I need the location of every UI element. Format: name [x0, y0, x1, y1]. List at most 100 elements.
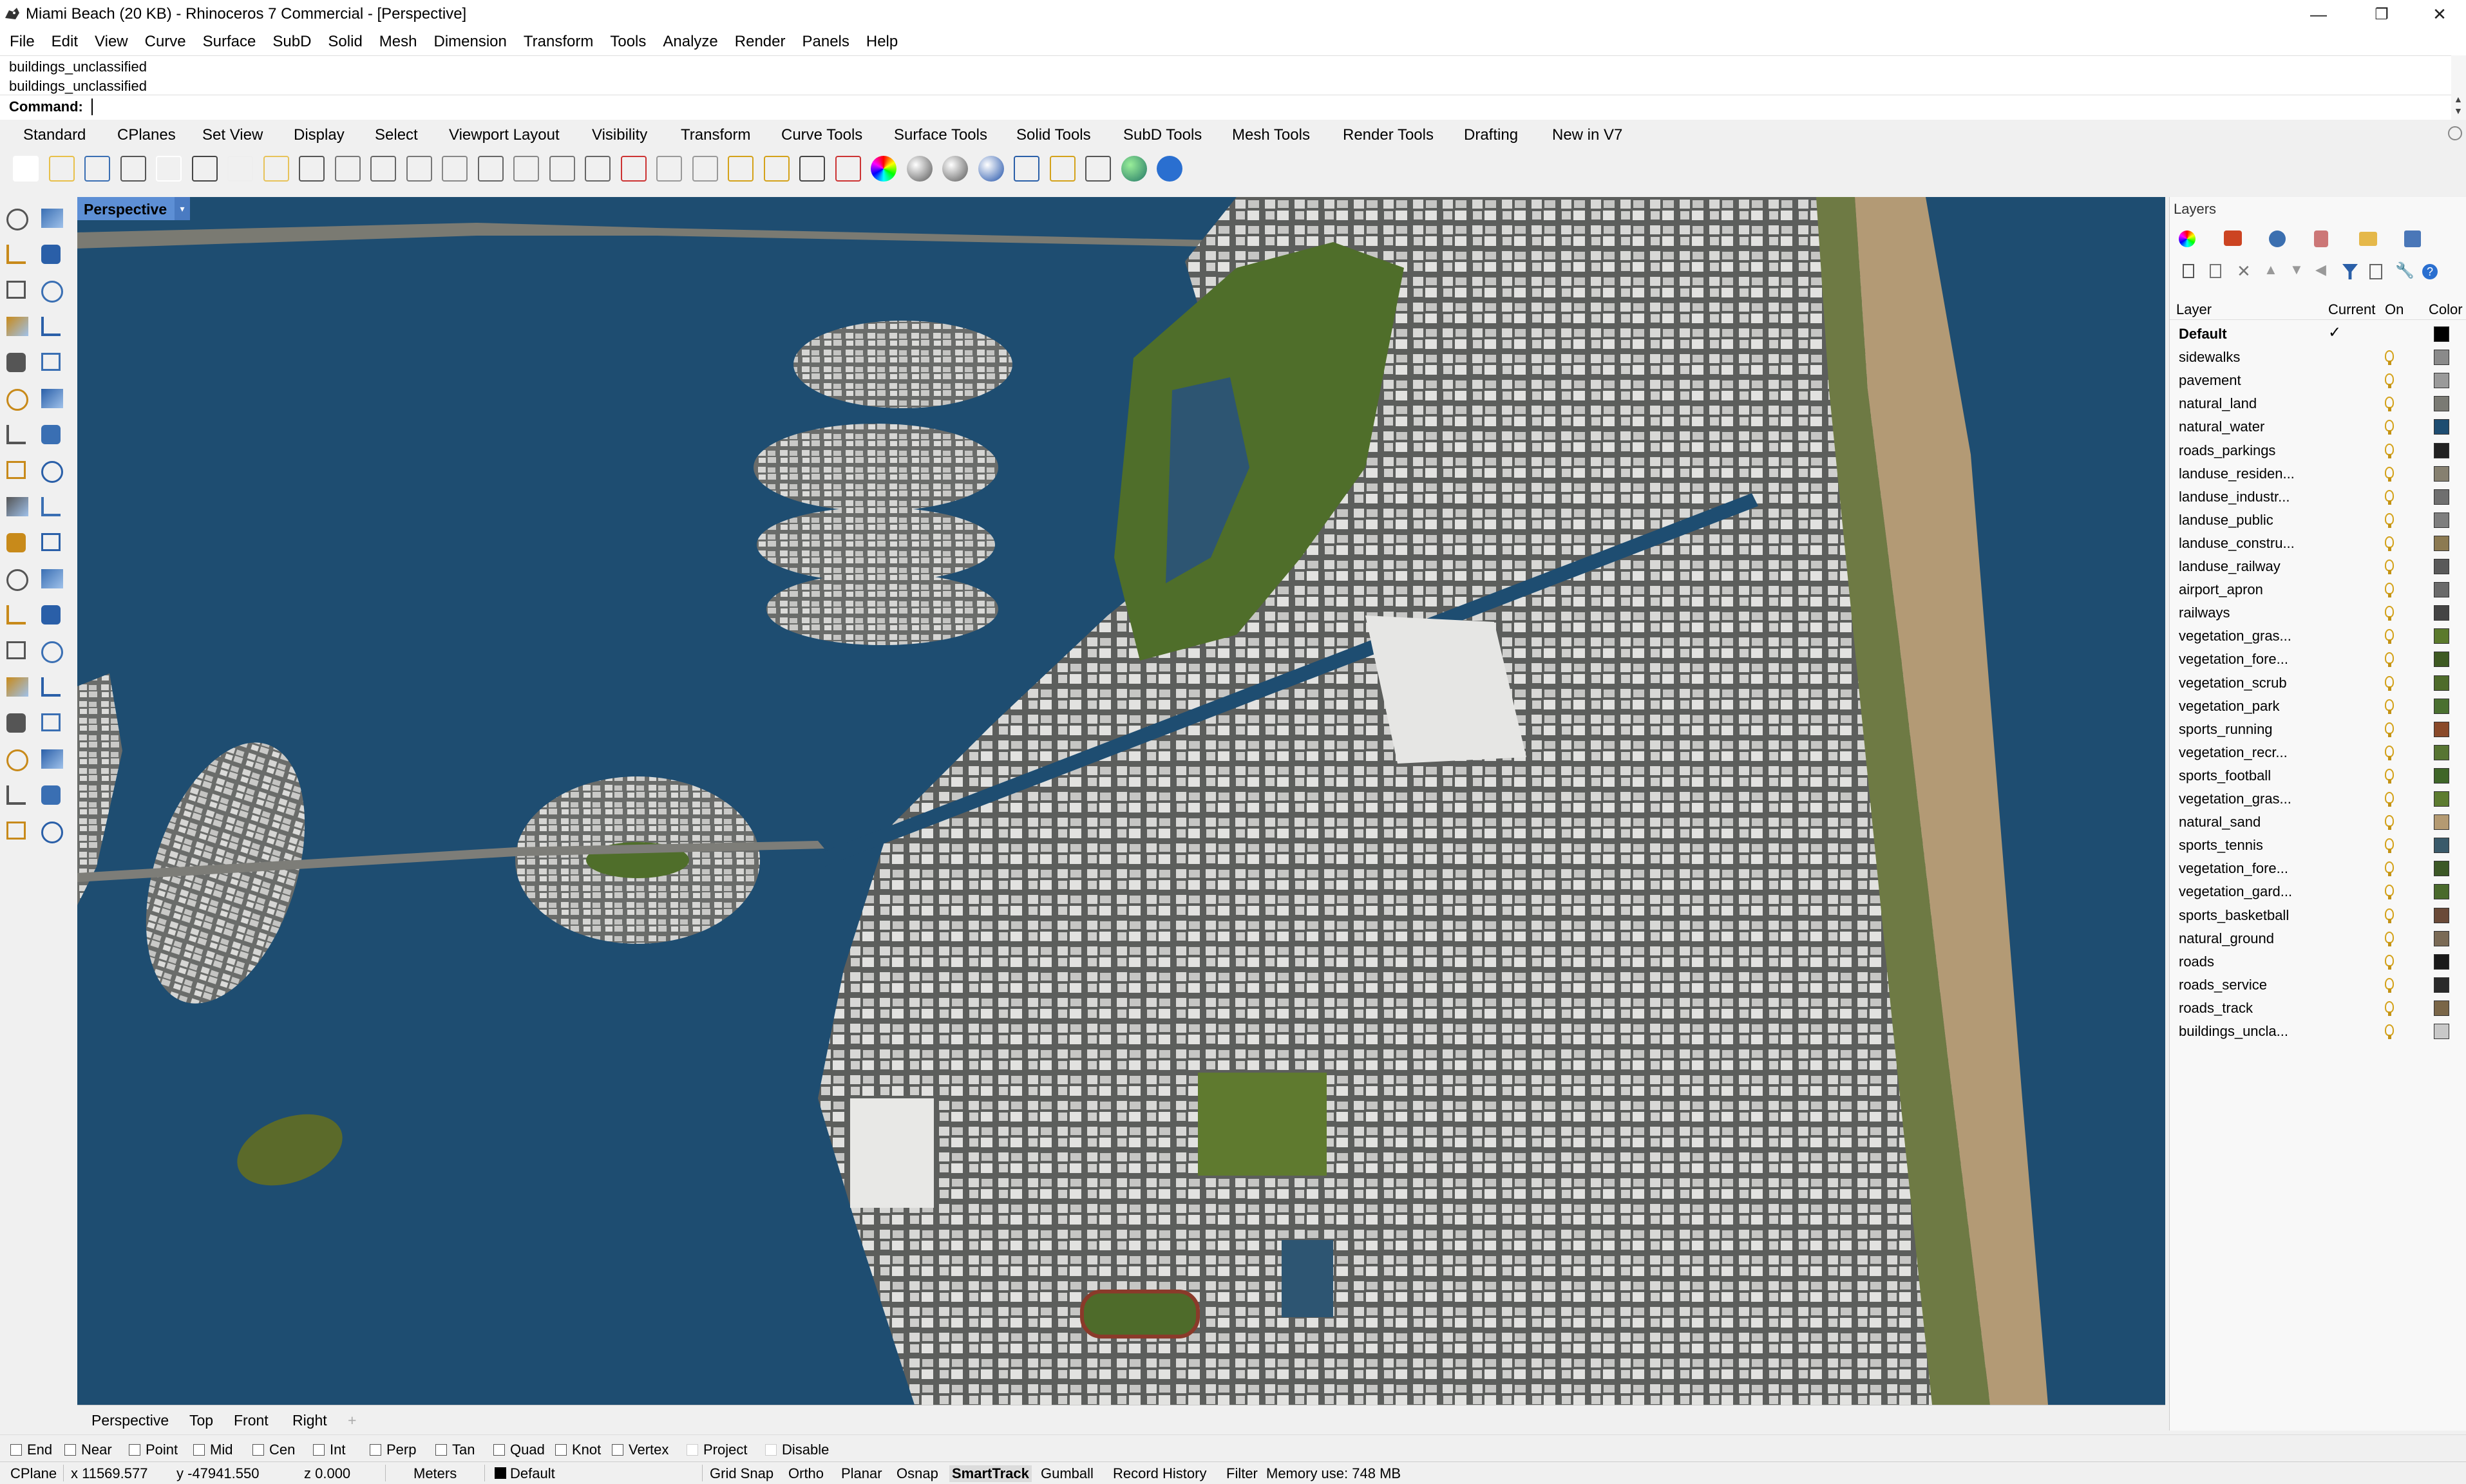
layer-color-swatch[interactable] [2434, 675, 2449, 691]
zoom-window-icon[interactable] [442, 156, 468, 182]
layer-color-swatch[interactable] [2434, 419, 2449, 435]
tab-select[interactable]: Select [375, 126, 418, 144]
layer-color-swatch[interactable] [2434, 791, 2449, 807]
menu-surface[interactable]: Surface [194, 28, 265, 51]
osnap-end[interactable]: End [10, 1442, 52, 1458]
move-icon[interactable] [41, 677, 61, 697]
move-up-icon[interactable]: ▲ [2264, 261, 2284, 282]
layer-row[interactable]: natural_water [2170, 415, 2466, 438]
tab-surface-tools[interactable]: Surface Tools [894, 126, 987, 144]
zoom-extents-icon[interactable] [477, 156, 504, 182]
checkbox[interactable] [687, 1444, 698, 1456]
layer-on-bulb-icon[interactable] [2385, 512, 2394, 528]
menu-panels[interactable]: Panels [793, 28, 857, 51]
dimension-icon[interactable] [692, 156, 718, 182]
osnap-perp[interactable]: Perp [370, 1442, 416, 1458]
layer-on-bulb-icon[interactable] [2385, 1024, 2394, 1039]
column-color[interactable]: Color [2429, 301, 2463, 318]
tab-mesh-tools[interactable]: Mesh Tools [1232, 126, 1310, 144]
layer-color-swatch[interactable] [2434, 350, 2449, 366]
layer-states-icon[interactable] [2369, 264, 2382, 279]
layer-row[interactable]: landuse_public [2170, 508, 2466, 531]
menu-curve[interactable]: Curve [137, 28, 194, 51]
properties-tab-icon[interactable] [2179, 230, 2196, 247]
checkbox[interactable] [435, 1444, 447, 1456]
layer-on-bulb-icon[interactable] [2385, 768, 2394, 784]
tab-display[interactable]: Display [294, 126, 345, 144]
polygon-icon[interactable] [6, 353, 26, 372]
tab-transform[interactable]: Transform [681, 126, 750, 144]
checkbox[interactable] [129, 1444, 140, 1456]
select-icon[interactable] [6, 209, 28, 230]
layer-on-bulb-icon[interactable] [2385, 536, 2394, 551]
menu-mesh[interactable]: Mesh [371, 28, 426, 51]
tab-drafting[interactable]: Drafting [1464, 126, 1518, 144]
current-layer-check-icon[interactable]: ✓ [2328, 323, 2341, 342]
menu-transform[interactable]: Transform [515, 28, 602, 51]
circle-icon[interactable] [6, 281, 26, 299]
copy-icon[interactable] [227, 156, 253, 182]
layer-on-bulb-icon[interactable] [2385, 815, 2394, 831]
help-icon[interactable]: ? [2422, 264, 2438, 279]
curve-icon[interactable] [41, 245, 61, 264]
layer-color-swatch[interactable] [2434, 744, 2449, 760]
viewport-tab-right[interactable]: Right [292, 1412, 327, 1429]
layer-on-bulb-icon[interactable] [2385, 443, 2394, 458]
perspective-viewport[interactable] [77, 197, 2165, 1405]
layer-row[interactable]: natural_ground [2170, 926, 2466, 950]
toggle-grid-snap[interactable]: Grid Snap [710, 1465, 773, 1482]
tab-subd-tools[interactable]: SubD Tools [1123, 126, 1202, 144]
save-icon[interactable] [84, 156, 110, 182]
toggle-gumball[interactable]: Gumball [1041, 1465, 1094, 1482]
checkbox[interactable] [612, 1444, 623, 1456]
osnap-near[interactable]: Near [64, 1442, 112, 1458]
tab-solid-tools[interactable]: Solid Tools [1016, 126, 1091, 144]
menu-dimension[interactable]: Dimension [425, 28, 515, 51]
layer-row[interactable]: sports_running [2170, 717, 2466, 740]
menu-analyze[interactable]: Analyze [654, 28, 726, 51]
new-layer-icon[interactable] [2183, 264, 2194, 278]
tab-render-tools[interactable]: Render Tools [1343, 126, 1434, 144]
layer-color-swatch[interactable] [2434, 373, 2449, 389]
toggle-ortho[interactable]: Ortho [788, 1465, 824, 1482]
osnap-mid[interactable]: Mid [193, 1442, 232, 1458]
menu-tools[interactable]: Tools [602, 28, 654, 51]
layer-row[interactable]: vegetation_recr... [2170, 740, 2466, 764]
layer-on-bulb-icon[interactable] [2385, 606, 2394, 621]
array-icon[interactable] [6, 677, 28, 697]
cylinder-icon[interactable] [6, 461, 26, 479]
layer-color-swatch[interactable] [2434, 884, 2449, 900]
layer-on-bulb-icon[interactable] [2385, 583, 2394, 598]
layer-on-bulb-icon[interactable] [2385, 838, 2394, 854]
layer-on-bulb-icon[interactable] [2385, 629, 2394, 644]
split-icon[interactable] [41, 533, 61, 551]
layer-color-swatch[interactable] [2434, 721, 2449, 737]
zoom-selected-icon[interactable] [513, 156, 539, 182]
layer-on-bulb-icon[interactable] [2385, 792, 2394, 807]
options-gear-icon[interactable] [1049, 156, 1076, 182]
trim-icon[interactable] [6, 533, 26, 552]
layer-row[interactable]: airport_apron [2170, 578, 2466, 601]
menu-subd[interactable]: SubD [264, 28, 319, 51]
layer-color-swatch[interactable] [2434, 814, 2449, 831]
checkbox[interactable] [64, 1444, 76, 1456]
layer-row[interactable]: landuse_residen... [2170, 462, 2466, 485]
layer-color-swatch[interactable] [2434, 977, 2449, 993]
maximize-button[interactable]: ❐ [2353, 0, 2410, 28]
layer-on-bulb-icon[interactable] [2385, 908, 2394, 923]
viewport-title-tab[interactable]: Perspective ▾ [77, 197, 190, 220]
layer-color-swatch[interactable] [2434, 559, 2449, 574]
new-icon[interactable] [13, 156, 39, 182]
scroll-up-icon[interactable]: ▲ [2454, 94, 2463, 104]
layer-row[interactable]: landuse_industr... [2170, 485, 2466, 508]
layer-row[interactable]: roads_service [2170, 973, 2466, 996]
grid-array-icon[interactable] [6, 749, 28, 771]
toggle-smarttrack[interactable]: SmartTrack [949, 1465, 1032, 1482]
layer-color-swatch[interactable] [2434, 907, 2449, 923]
column-on[interactable]: On [2385, 301, 2404, 318]
layer-on-bulb-icon[interactable] [2385, 559, 2394, 574]
rotate-view-icon[interactable] [370, 156, 396, 182]
gumball-icon[interactable] [41, 749, 63, 769]
paint-icon[interactable] [41, 822, 63, 843]
layer-on-bulb-icon[interactable] [2385, 954, 2394, 970]
